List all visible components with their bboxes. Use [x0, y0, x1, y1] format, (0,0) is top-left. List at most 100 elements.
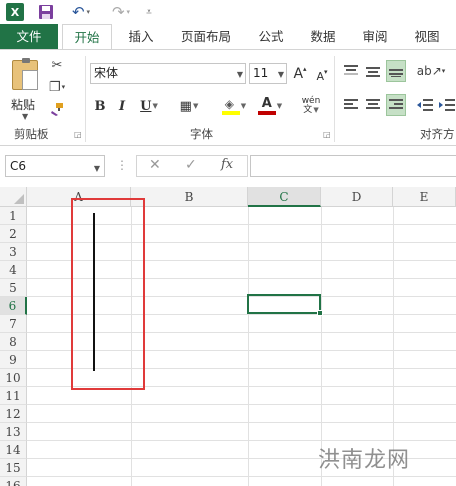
paste-label: 粘贴 [11, 98, 36, 112]
row-header[interactable]: 7 [0, 315, 27, 333]
fill-color-icon: ◈ [221, 97, 240, 115]
tab-page-layout[interactable]: 页面布局 [170, 24, 242, 49]
tab-view[interactable]: 视图 [406, 24, 448, 49]
row-header[interactable]: 4 [0, 261, 27, 279]
fill-handle[interactable] [317, 310, 323, 316]
row-header[interactable]: 13 [0, 423, 27, 441]
borders-icon: ▦ [179, 98, 192, 114]
copy-icon[interactable]: ❐ ▾ [48, 78, 66, 96]
gridline [27, 440, 456, 441]
cancel-icon[interactable]: ✕ [149, 157, 161, 173]
name-box[interactable]: C6 ▼ [5, 155, 105, 177]
cut-icon[interactable]: ✂ [48, 56, 66, 74]
font-launcher-icon[interactable]: ◲ [323, 130, 331, 139]
worksheet-grid[interactable]: A B C D E 1 2 3 4 5 6 7 8 9 10 11 12 13 … [0, 187, 456, 486]
group-separator [334, 56, 335, 142]
clipboard-launcher-icon[interactable]: ◲ [74, 130, 82, 139]
insert-function-icon[interactable]: fx [221, 157, 233, 172]
row-header[interactable]: 1 [0, 207, 27, 225]
increase-indent-icon[interactable] [438, 96, 456, 114]
font-color-button[interactable]: A ▼ [254, 96, 286, 116]
group-separator [85, 56, 86, 142]
row-header[interactable]: 5 [0, 279, 27, 297]
fill-color-button[interactable]: ◈ ▼ [218, 96, 250, 116]
row-header[interactable]: 3 [0, 243, 27, 261]
gridline [27, 422, 456, 423]
chevron-down-icon: ▼ [22, 112, 29, 121]
gridline [27, 404, 456, 405]
enter-icon[interactable]: ✓ [185, 157, 197, 173]
select-all-button[interactable] [0, 187, 27, 207]
chevron-down-icon: ▼ [93, 164, 100, 173]
row-header[interactable]: 2 [0, 225, 27, 243]
undo-icon[interactable]: ↶ ▾ [66, 3, 96, 21]
clipboard-group-label: 剪贴板 [14, 127, 49, 141]
quick-access-toolbar: X ↶ ▾ ↷ ▾ ⩡ [0, 0, 456, 24]
name-box-value: C6 [10, 159, 27, 173]
align-center-icon[interactable] [364, 96, 382, 114]
row-header[interactable]: 14 [0, 441, 27, 459]
excel-window: X ↶ ▾ ↷ ▾ ⩡ 文件 开始 插入 页面布局 公式 数据 审阅 视图 粘贴 ▼… [0, 0, 456, 486]
redo-icon[interactable]: ↷ ▾ [106, 3, 136, 21]
tab-review[interactable]: 审阅 [354, 24, 396, 49]
font-group-label: 字体 [190, 127, 213, 141]
column-header-d[interactable]: D [321, 187, 393, 207]
tab-data[interactable]: 数据 [302, 24, 344, 49]
column-header-e[interactable]: E [393, 187, 456, 207]
chevron-down-icon: ▼ [277, 70, 284, 79]
align-right-icon[interactable] [386, 94, 406, 116]
shrink-font-button[interactable]: A ▾ [314, 66, 330, 86]
decrease-indent-icon[interactable] [416, 96, 434, 114]
row-header[interactable]: 12 [0, 405, 27, 423]
ribbon-home: 粘贴 ▼ ✂ ❐ ▾ 剪贴板 ◲ 宋体 ▼ 11 ▼ A ▴ A ▾ B I U ▼ ▦… [0, 49, 456, 146]
tab-insert[interactable]: 插入 [120, 24, 162, 49]
phonetic-button[interactable]: wén 文▼ [296, 96, 326, 116]
chevron-down-icon: ▼ [236, 70, 243, 79]
row-header[interactable]: 11 [0, 387, 27, 405]
grow-font-button[interactable]: A ▴ [292, 64, 308, 84]
bottom-align-icon[interactable] [386, 60, 406, 82]
column-header-c[interactable]: C [248, 187, 321, 207]
save-icon[interactable] [38, 3, 54, 21]
font-name-value: 宋体 [94, 66, 119, 80]
underline-button[interactable]: U ▼ [136, 96, 162, 116]
paste-button[interactable]: 粘贴 ▼ [8, 58, 44, 121]
font-color-icon: A [257, 96, 276, 115]
excel-logo-icon: X [6, 3, 24, 21]
tab-formulas[interactable]: 公式 [250, 24, 292, 49]
formula-bar-grip[interactable]: ⋮ [116, 158, 128, 172]
shrink-font-icon: A [316, 69, 324, 83]
font-size-value: 11 [253, 66, 269, 80]
row-header[interactable]: 15 [0, 459, 27, 477]
alignment-group-label: 对齐方 [420, 127, 455, 141]
tab-file[interactable]: 文件 [0, 24, 58, 49]
row-header[interactable]: 16 [0, 477, 27, 486]
watermark: 洪南龙网 [318, 448, 411, 473]
row-header[interactable]: 8 [0, 333, 27, 351]
underline-icon: U [140, 98, 152, 114]
row-header[interactable]: 9 [0, 351, 27, 369]
orientation-icon[interactable]: ab↗ ▾ [417, 62, 446, 80]
row-header[interactable]: 10 [0, 369, 27, 387]
bold-button[interactable]: B [92, 96, 108, 116]
paste-sheet-icon [22, 70, 38, 90]
customize-qat-icon[interactable]: ⩡ [142, 3, 156, 21]
tab-home[interactable]: 开始 [62, 24, 112, 50]
ribbon-tabs: 文件 开始 插入 页面布局 公式 数据 审阅 视图 [0, 24, 456, 50]
gridline [248, 207, 249, 486]
grow-font-icon: A [293, 66, 304, 82]
formula-buttons: ✕ ✓ fx [136, 155, 248, 177]
align-left-icon[interactable] [342, 96, 360, 114]
format-painter-icon[interactable] [48, 100, 66, 118]
italic-button[interactable]: I [114, 96, 130, 116]
borders-button[interactable]: ▦ ▼ [176, 96, 202, 116]
top-align-icon[interactable] [342, 62, 360, 80]
middle-align-icon[interactable] [364, 62, 382, 80]
font-size-select[interactable]: 11 ▼ [249, 63, 287, 84]
formula-input[interactable] [250, 155, 456, 177]
annotation-highlight-box [71, 198, 145, 390]
active-cell-c6[interactable] [247, 294, 323, 316]
row-header-selected[interactable]: 6 [0, 297, 27, 315]
column-header-b[interactable]: B [131, 187, 248, 207]
font-name-select[interactable]: 宋体 ▼ [90, 63, 246, 84]
